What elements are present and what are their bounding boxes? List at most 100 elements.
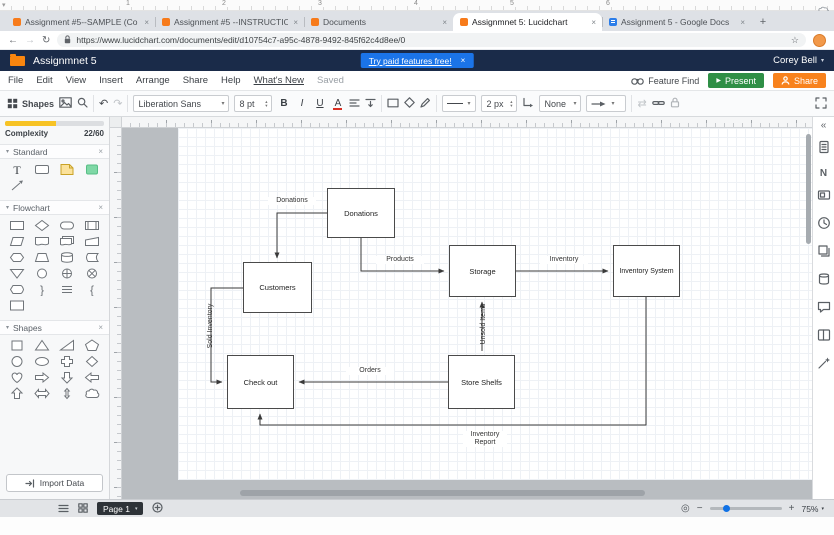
present-button[interactable]: ▶ Present [708, 73, 764, 88]
node-check-out[interactable]: Check out [227, 355, 294, 409]
comments-panel-icon[interactable] [817, 300, 831, 319]
shape-arrow-up-down-icon[interactable] [56, 386, 79, 401]
edge-label-sold-inventory[interactable]: Sold Inventory [207, 296, 215, 356]
shape-right-triangle-icon[interactable] [56, 338, 79, 353]
shape-line-icon[interactable] [5, 178, 28, 193]
shape-arrow-left-icon[interactable] [81, 370, 104, 385]
document-settings-icon[interactable] [817, 140, 831, 159]
zoom-slider[interactable] [709, 505, 782, 512]
shape-frame-icon[interactable] [5, 298, 28, 313]
edge-label-orders[interactable]: Orders [346, 367, 394, 375]
browser-tab-3[interactable]: Documents × [304, 13, 453, 31]
address-bar[interactable]: https://www.lucidchart.com/documents/edi… [57, 33, 806, 47]
search-button[interactable] [77, 97, 88, 110]
forward-button[interactable]: → [25, 35, 35, 46]
stepper-icon[interactable]: ▴ ▾ [265, 99, 267, 108]
arrow-end-select[interactable]: ▾ [586, 95, 627, 112]
diagram-page[interactable]: Donations Customers Storage Inventory Sy… [178, 128, 812, 480]
edge-label-products[interactable]: Products [376, 256, 424, 264]
shape-stored-data-icon[interactable] [81, 250, 104, 265]
reload-button[interactable]: ↻ [42, 35, 50, 46]
notes-panel-icon[interactable]: N [820, 168, 827, 179]
import-data-button[interactable]: Import Data [6, 474, 103, 492]
shape-decision-icon[interactable] [30, 218, 53, 233]
edge-label-inventory[interactable]: Inventory [540, 256, 588, 264]
shape-style-button[interactable] [387, 98, 400, 110]
vertical-align-button[interactable] [365, 98, 377, 110]
underline-button[interactable]: U [313, 98, 326, 109]
menu-view[interactable]: View [66, 75, 86, 86]
shape-database-icon[interactable] [56, 250, 79, 265]
back-button[interactable]: ← [8, 35, 18, 46]
shape-merge-icon[interactable] [5, 266, 28, 281]
shape-sticky-note-icon[interactable] [56, 162, 79, 177]
slides-panel-icon[interactable] [817, 188, 831, 207]
shape-arrow-right-icon[interactable] [30, 370, 53, 385]
zoom-slider-handle[interactable] [722, 505, 730, 512]
fill-color-button[interactable] [404, 97, 416, 110]
page-selector[interactable]: Page 1 ▾ [97, 502, 144, 515]
link-button[interactable] [651, 99, 665, 109]
browser-tab-1[interactable]: Assignment #5--SAMPLE (Co × [6, 13, 155, 31]
layers-panel-icon[interactable] [817, 244, 831, 263]
menu-arrange[interactable]: Arrange [136, 75, 170, 86]
new-tab-button[interactable]: + [755, 14, 771, 30]
edge-donations-to-storage[interactable] [360, 238, 445, 274]
node-customers[interactable]: Customers [243, 262, 312, 313]
shape-arrow-up-icon[interactable] [5, 386, 28, 401]
shape-data-icon[interactable] [5, 234, 28, 249]
edge-donations-to-customers[interactable] [274, 212, 327, 259]
swap-arrows-button[interactable]: ⇄ [637, 97, 646, 110]
shape-preparation-icon[interactable] [5, 250, 28, 265]
zoom-fit-button[interactable]: ◎ [681, 503, 690, 514]
shape-circle-icon[interactable] [5, 354, 28, 369]
browser-tab-2[interactable]: Assignment #5 --INSTRUCTIO × [155, 13, 304, 31]
bookmark-star-icon[interactable]: ☆ [791, 35, 799, 46]
shape-terminator-icon[interactable] [56, 218, 79, 233]
shape-multiple-documents-icon[interactable] [56, 234, 79, 249]
shape-arrow-left-right-icon[interactable] [30, 386, 53, 401]
horizontal-scrollbar[interactable] [240, 490, 645, 496]
zoom-in-button[interactable]: + [789, 503, 795, 514]
font-size-select[interactable]: 8 pt ▴ ▾ [234, 95, 273, 112]
shape-arrow-down-icon[interactable] [56, 370, 79, 385]
shape-heart-icon[interactable] [5, 370, 28, 385]
menu-file[interactable]: File [8, 75, 23, 86]
font-family-select[interactable]: Liberation Sans ▾ [133, 95, 230, 112]
shape-triangle-icon[interactable] [30, 338, 53, 353]
fullscreen-button[interactable] [815, 96, 827, 111]
history-panel-icon[interactable] [817, 216, 831, 235]
line-color-button[interactable] [420, 97, 431, 110]
italic-button[interactable]: I [295, 98, 308, 109]
shape-or-icon[interactable] [56, 266, 79, 281]
zoom-level-select[interactable]: 75% ▾ [801, 504, 824, 514]
shape-cross-icon[interactable] [56, 354, 79, 369]
add-page-button[interactable] [152, 500, 164, 518]
shape-manual-operation-icon[interactable] [30, 250, 53, 265]
section-shapes-header[interactable]: ▾ Shapes × [0, 320, 109, 335]
connector-type-button[interactable] [522, 97, 534, 110]
shape-document-icon[interactable] [30, 234, 53, 249]
user-menu[interactable]: Corey Bell ▾ [773, 55, 824, 66]
node-storage[interactable]: Storage [449, 245, 516, 297]
line-width-select[interactable]: 2 px ▴ ▾ [481, 95, 518, 112]
shape-ellipse-icon[interactable] [30, 354, 53, 369]
shape-summing-junction-icon[interactable] [81, 266, 104, 281]
shape-square-icon[interactable] [5, 338, 28, 353]
browser-tab-5[interactable]: Assignment 5 - Google Docs × [602, 13, 751, 31]
folder-icon[interactable] [10, 53, 25, 66]
share-button[interactable]: Share [772, 73, 826, 88]
edge-label-unsold-items[interactable]: Unsold Items [480, 299, 488, 349]
shape-process-icon[interactable] [5, 218, 28, 233]
shape-display-icon[interactable] [5, 282, 28, 297]
vertical-scrollbar[interactable] [806, 134, 811, 244]
arrow-start-select[interactable]: None ▾ [539, 95, 582, 112]
zoom-out-button[interactable]: − [697, 503, 703, 514]
page-list-icon[interactable] [58, 500, 69, 518]
page-grid-icon[interactable] [78, 500, 88, 518]
section-close-icon[interactable]: × [98, 323, 103, 332]
menu-edit[interactable]: Edit [36, 75, 52, 86]
document-title[interactable]: Assignmnet 5 [33, 55, 97, 67]
edge-label-donations[interactable]: Donations [268, 197, 316, 205]
node-store-shelfs[interactable]: Store Shelfs [448, 355, 515, 409]
